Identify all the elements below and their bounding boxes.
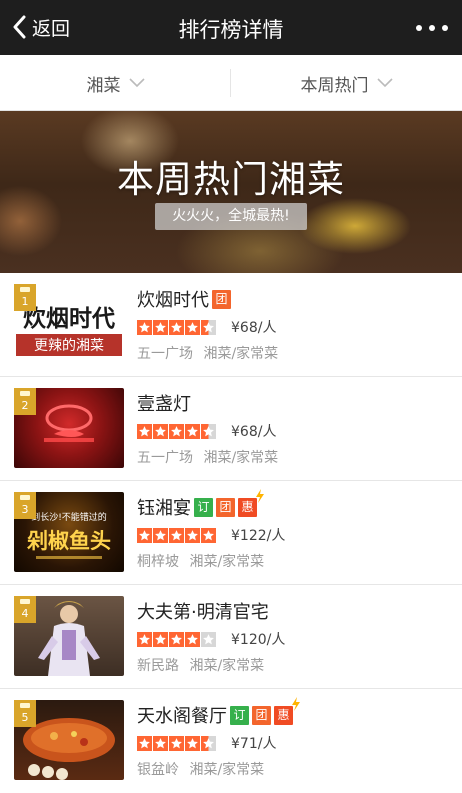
restaurant-name: 钰湘宴 <box>137 498 191 519</box>
more-dot-icon <box>429 25 435 31</box>
star-icon <box>169 423 184 439</box>
price-per-person: ¥120/人 <box>231 632 286 648</box>
star-icon <box>185 423 200 439</box>
chevron-down-icon <box>376 78 393 88</box>
area-label: 银盆岭 <box>137 762 179 778</box>
rank-badge: 3 <box>14 492 36 519</box>
cuisine-filter-label: 湘菜 <box>86 75 121 96</box>
star-rating <box>137 631 217 647</box>
star-rating <box>137 319 217 335</box>
ranking-banner: 本周热门湘菜 火火火，全城最热! <box>0 111 462 273</box>
back-button[interactable]: 返回 <box>12 12 70 42</box>
price-per-person: ¥71/人 <box>231 736 277 752</box>
navbar: 返回 排行榜详情 <box>0 0 462 55</box>
star-icon <box>169 319 184 335</box>
star-icon <box>153 527 168 543</box>
star-icon <box>185 319 200 335</box>
restaurant-name: 大夫第·明清官宅 <box>137 602 269 623</box>
star-rating <box>137 527 217 543</box>
restaurant-name: 天水阁餐厅 <box>137 706 227 727</box>
star-icon <box>153 631 168 647</box>
thumbnail-dish-text: 剁椒鱼头 <box>27 529 111 553</box>
star-icon <box>169 631 184 647</box>
category-label: 湘菜/家常菜 <box>189 762 265 778</box>
restaurant-item[interactable]: 2 壹盏灯 ¥68/人 五一广场 湘菜/家常菜 <box>0 377 462 481</box>
category-label: 湘菜/家常菜 <box>189 658 265 674</box>
restaurant-name: 壹盏灯 <box>137 394 191 415</box>
period-filter-dropdown[interactable]: 本周热门 <box>231 55 462 111</box>
star-icon <box>201 423 216 439</box>
category-label: 湘菜/家常菜 <box>203 346 279 362</box>
discount-tag: 惠 <box>274 696 300 725</box>
group-buy-tag: 团 <box>216 497 235 517</box>
booking-tag: 订 <box>230 705 249 725</box>
star-icon <box>201 527 216 543</box>
thumbnail-logo-text: 炊烟时代 <box>23 305 115 332</box>
star-icon <box>137 319 152 335</box>
restaurant-item[interactable]: 4 大夫第·明清官宅 ¥120/人 新民路 湘菜/家常菜 <box>0 585 462 689</box>
star-rating <box>137 423 217 439</box>
banner-subtitle: 火火火，全城最热! <box>155 203 307 230</box>
star-icon <box>169 735 184 751</box>
star-icon <box>201 319 216 335</box>
area-label: 五一广场 <box>137 346 193 362</box>
lightning-icon <box>292 696 300 711</box>
star-icon <box>153 423 168 439</box>
star-icon <box>153 735 168 751</box>
banner-title: 本周热门湘菜 <box>117 158 345 201</box>
restaurant-item[interactable]: 到长沙!不能错过的 剁椒鱼头 3 钰湘宴 订 团 惠 ¥122/人 桐梓坡 湘菜… <box>0 481 462 585</box>
area-label: 新民路 <box>137 658 179 674</box>
star-icon <box>201 735 216 751</box>
booking-tag: 订 <box>194 497 213 517</box>
star-rating <box>137 735 217 751</box>
period-filter-label: 本周热门 <box>300 75 369 96</box>
discount-tag: 惠 <box>238 488 264 517</box>
more-menu-button[interactable] <box>416 22 448 34</box>
category-label: 湘菜/家常菜 <box>189 554 265 570</box>
star-icon <box>137 527 152 543</box>
star-icon <box>201 631 216 647</box>
star-icon <box>169 527 184 543</box>
rank-badge: 5 <box>14 700 36 727</box>
group-buy-tag: 团 <box>212 289 231 309</box>
rank-badge: 1 <box>14 284 36 311</box>
category-label: 湘菜/家常菜 <box>203 450 279 466</box>
thumbnail-caption-text: 到长沙!不能错过的 <box>31 511 107 523</box>
chevron-down-icon <box>128 78 145 88</box>
area-label: 桐梓坡 <box>137 554 179 570</box>
filter-bar: 湘菜 本周热门 <box>0 55 462 111</box>
thumbnail-slogan-text: 更辣的湘菜 <box>34 338 104 354</box>
star-icon <box>137 631 152 647</box>
back-label: 返回 <box>32 17 71 40</box>
rank-badge: 2 <box>14 388 36 415</box>
star-icon <box>185 631 200 647</box>
group-buy-tag: 团 <box>252 705 271 725</box>
price-per-person: ¥68/人 <box>231 320 277 336</box>
star-icon <box>153 319 168 335</box>
area-label: 五一广场 <box>137 450 193 466</box>
chevron-left-icon <box>13 15 26 39</box>
price-per-person: ¥68/人 <box>231 424 277 440</box>
more-dot-icon <box>416 25 422 31</box>
restaurant-item[interactable]: 炊烟时代 更辣的湘菜 1 炊烟时代 团 ¥68/人 五一广场 湘菜/家常菜 <box>0 273 462 377</box>
star-icon <box>185 735 200 751</box>
star-icon <box>137 735 152 751</box>
restaurant-name: 炊烟时代 <box>137 290 209 311</box>
more-dot-icon <box>442 25 448 31</box>
cuisine-filter-dropdown[interactable]: 湘菜 <box>0 55 231 111</box>
restaurant-item[interactable]: 5 天水阁餐厅 订 团 惠 ¥71/人 银盆岭 湘菜/家常菜 <box>0 689 462 793</box>
discount-tag-label: 惠 <box>241 499 254 514</box>
rank-badge: 4 <box>14 596 36 623</box>
price-per-person: ¥122/人 <box>231 528 286 544</box>
star-icon <box>185 527 200 543</box>
star-icon <box>137 423 152 439</box>
discount-tag-label: 惠 <box>277 707 290 722</box>
lightning-icon <box>256 488 264 503</box>
